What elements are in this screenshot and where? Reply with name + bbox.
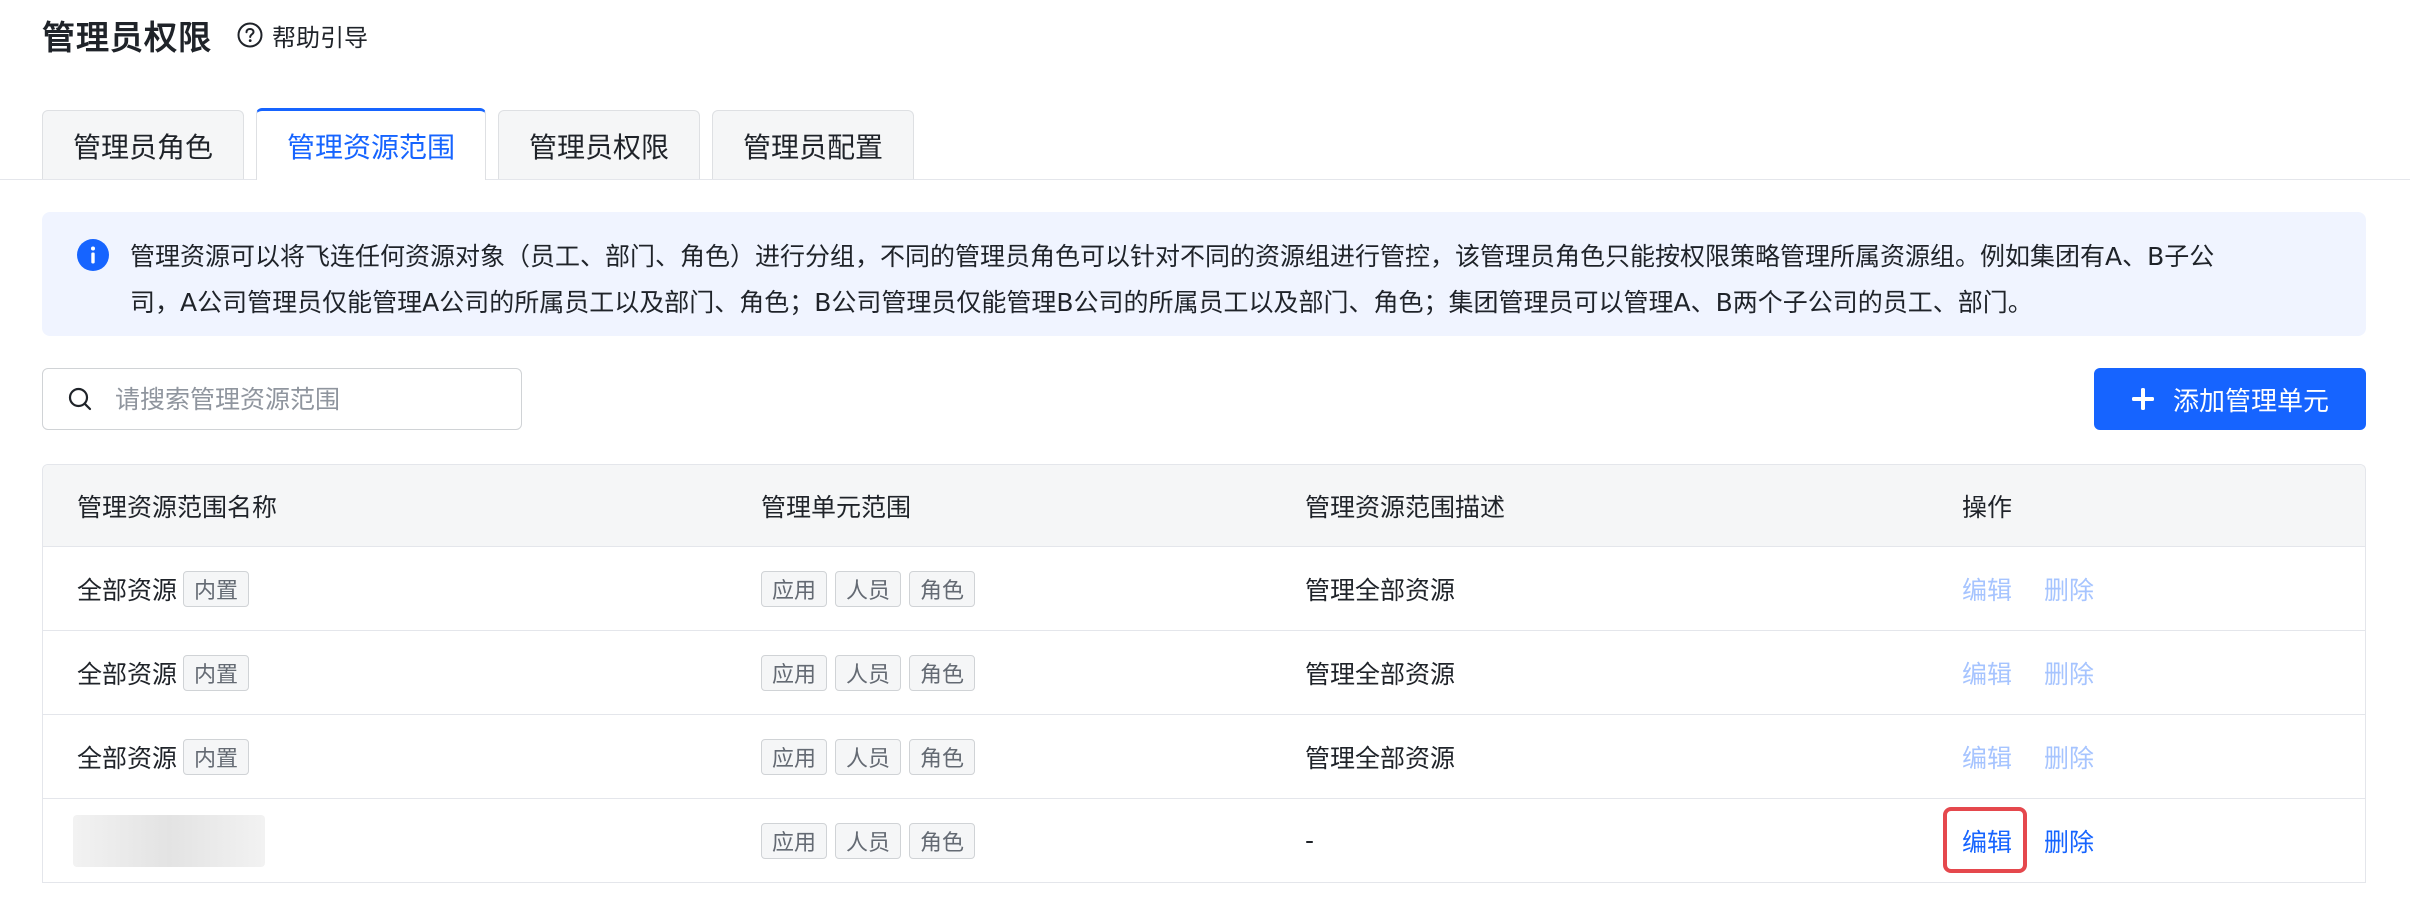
help-guide-label: 帮助引导 [272,23,368,52]
table-header-row: 管理资源范围名称 管理单元范围 管理资源范围描述 操作 [43,465,2365,547]
column-header-name: 管理资源范围名称 [77,492,278,522]
scope-tag-people: 人员 [835,738,902,775]
info-banner: 管理资源可以将飞连任何资源对象（员工、部门、角色）进行分组，不同的管理员角色可以… [42,212,2366,336]
builtin-badge: 内置 [183,654,250,691]
table-row: 应用 人员 角色 - 编辑 删除 [43,799,2365,883]
name-cell: 全部资源 内置 [43,570,761,607]
name-cell [43,814,761,867]
tab-admin-config[interactable]: 管理员配置 [712,110,915,180]
plus-icon [2131,388,2154,410]
actions-cell: 编辑 删除 [1962,571,2365,607]
delete-link[interactable]: 删除 [2044,571,2094,607]
tab-admin-permissions[interactable]: 管理员权限 [498,110,701,180]
description-cell: 管理全部资源 [1305,743,1456,773]
column-header-actions: 操作 [1962,492,2013,522]
builtin-badge: 内置 [183,570,250,607]
delete-link[interactable]: 删除 [2044,655,2094,691]
search-icon [68,387,92,411]
column-header-description: 管理资源范围描述 [1305,492,1506,522]
page-header: 管理员权限 帮助引导 [42,10,368,60]
description-cell: - [1305,826,1315,855]
search-input[interactable] [113,383,477,415]
table-row: 全部资源 内置 应用 人员 角色 管理全部资源 编辑 删除 [43,547,2365,631]
scope-name: 全部资源 [77,743,178,773]
scope-cell: 应用 人员 角色 [761,570,1305,607]
delete-link[interactable]: 删除 [2044,823,2094,859]
builtin-badge: 内置 [183,738,250,775]
name-cell: 全部资源 内置 [43,738,761,775]
resource-scope-table: 管理资源范围名称 管理单元范围 管理资源范围描述 操作 全部资源 内置 应用 人… [42,464,2366,883]
scope-cell: 应用 人员 角色 [761,822,1305,859]
table-row: 全部资源 内置 应用 人员 角色 管理全部资源 编辑 删除 [43,715,2365,799]
add-management-unit-button[interactable]: 添加管理单元 [2094,368,2366,430]
search-box[interactable] [42,368,522,430]
scope-tag-people: 人员 [835,654,902,691]
redacted-name [73,814,265,867]
info-circle-icon [77,239,109,271]
question-circle-icon [237,22,263,48]
delete-link[interactable]: 删除 [2044,739,2094,775]
tab-label: 管理员权限 [529,130,670,164]
add-button-label: 添加管理单元 [2172,386,2329,417]
scope-tag-app: 应用 [761,654,828,691]
edit-link[interactable]: 编辑 [1962,655,2012,691]
actions-cell: 编辑 删除 [1942,806,2365,873]
tab-label: 管理员角色 [73,130,214,164]
info-text-line-2: 司，A公司管理员仅能管理A公司的所属员工以及部门、角色；B公司管理员仅能管理B公… [130,288,2033,317]
edit-link[interactable]: 编辑 [1962,739,2012,775]
scope-tag-app: 应用 [761,570,828,607]
scope-cell: 应用 人员 角色 [761,738,1305,775]
page-title: 管理员权限 [42,18,212,57]
scope-tag-app: 应用 [761,738,828,775]
actions-cell: 编辑 删除 [1962,655,2365,691]
tab-bar: 管理员角色 管理资源范围 管理员权限 管理员配置 [42,108,926,180]
description-cell: 管理全部资源 [1305,575,1456,605]
name-cell: 全部资源 内置 [43,654,761,691]
edit-link[interactable]: 编辑 [1942,806,2028,873]
scope-tag-role: 角色 [909,570,976,607]
tab-admin-roles[interactable]: 管理员角色 [42,110,245,180]
scope-tag-people: 人员 [835,822,902,859]
edit-link[interactable]: 编辑 [1962,571,2012,607]
scope-tag-role: 角色 [909,654,976,691]
scope-tag-app: 应用 [761,822,828,859]
scope-tag-people: 人员 [835,570,902,607]
tab-label: 管理资源范围 [287,130,456,164]
tab-label: 管理员配置 [743,130,884,164]
scope-tag-role: 角色 [909,738,976,775]
description-cell: 管理全部资源 [1305,659,1456,689]
tab-resource-scope[interactable]: 管理资源范围 [256,108,487,180]
scope-cell: 应用 人员 角色 [761,654,1305,691]
scope-name: 全部资源 [77,575,178,605]
help-guide-link[interactable]: 帮助引导 [236,18,368,53]
table-row: 全部资源 内置 应用 人员 角色 管理全部资源 编辑 删除 [43,631,2365,715]
scope-name: 全部资源 [77,659,178,689]
actions-cell: 编辑 删除 [1962,739,2365,775]
column-header-scope: 管理单元范围 [761,492,912,522]
info-text-line-1: 管理资源可以将飞连任何资源对象（员工、部门、角色）进行分组，不同的管理员角色可以… [130,242,2215,271]
scope-tag-role: 角色 [909,822,976,859]
